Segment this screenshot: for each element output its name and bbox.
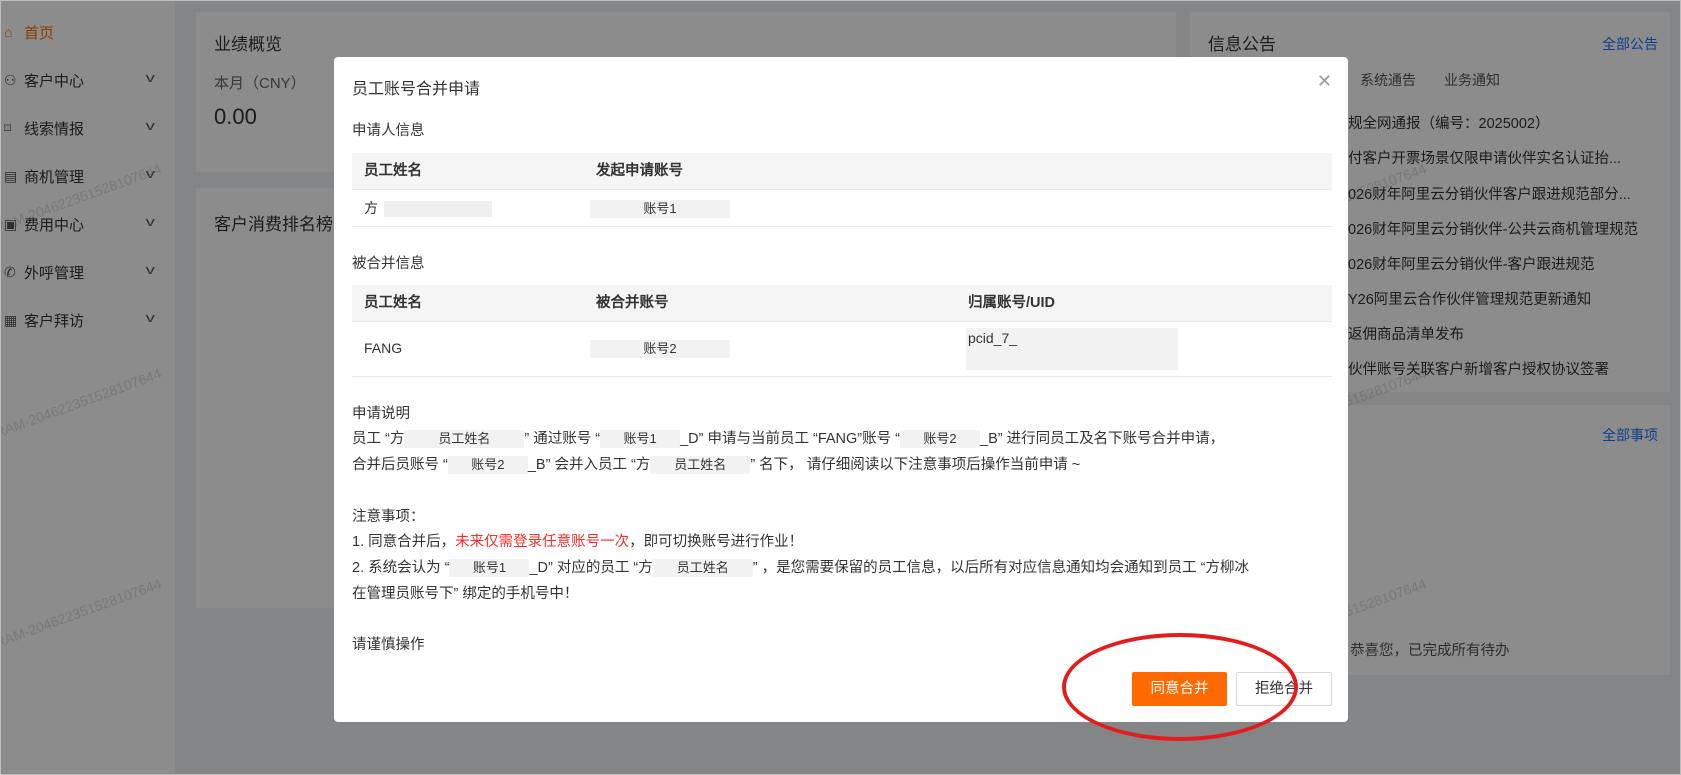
merged-section-title: 被合并信息 <box>352 256 425 272</box>
merge-request-dialog: 员工账号合并申请 ✕ 申请人信息 员工姓名 发起申请账号 方 账号1 被合并信息… <box>334 57 1348 722</box>
merged-name: FANG <box>364 340 403 356</box>
highlight-circle <box>1062 633 1298 741</box>
applicant-table: 员工姓名 发起申请账号 方 账号1 <box>352 153 1332 227</box>
notes-section-title: 注意事项： <box>352 509 425 525</box>
caution-text: 请谨慎操作 <box>352 637 425 653</box>
redacted-block <box>384 201 492 218</box>
column-header: 被合并账号 <box>596 295 669 311</box>
column-header: 员工姓名 <box>364 295 422 311</box>
column-header: 发起申请账号 <box>596 163 683 179</box>
table-row: 方 账号1 <box>352 190 1332 227</box>
description-text: 员工 “方 员工姓名” 通过账号 “账号1 _D” 申请与当前员工 “FANG”账号… <box>352 426 1337 478</box>
warning-text: 未来仅需登录任意账号一次 <box>455 534 630 550</box>
column-header: 员工姓名 <box>364 163 422 179</box>
column-header: 归属账号/UID <box>968 295 1055 311</box>
dialog-title: 员工账号合并申请 <box>352 81 481 98</box>
note-item: 1. 同意合并后，未来仅需登录任意账号一次，即可切换账号进行作业！ <box>352 534 804 550</box>
note-item: 2. 系统会认为 “账号1 _D” 对应的员工 “方 员工姓名” ，是您需要保留的员… <box>352 559 1249 578</box>
table-header: 员工姓名 发起申请账号 <box>352 153 1332 190</box>
merged-uid: pcid_7_ <box>968 330 1018 346</box>
description-line: 合并后员账号 “账号2 _B” 会并入员工 “方 员工姓名” 名下， 请仔细阅读以下… <box>352 456 1081 475</box>
applicant-section-title: 申请人信息 <box>352 123 425 139</box>
applicant-account: 账号1 <box>590 190 730 226</box>
description-section-title: 申请说明 <box>352 406 410 422</box>
note-item-continued: 在管理员账号下” 绑定的手机号中！ <box>352 586 579 602</box>
notes-text: 1. 同意合并后，未来仅需登录任意账号一次，即可切换账号进行作业！ 2. 系统会… <box>352 529 1337 607</box>
table-header: 员工姓名 被合并账号 归属账号/UID <box>352 285 1332 322</box>
applicant-name: 方 <box>364 190 492 226</box>
merged-account: 账号2 <box>590 330 730 366</box>
close-icon[interactable]: ✕ <box>1317 71 1332 92</box>
table-row: FANG 账号2 pcid_7_ <box>352 322 1332 377</box>
merged-table: 员工姓名 被合并账号 归属账号/UID FANG 账号2 pcid_7_ <box>352 285 1332 377</box>
uid-cell: pcid_7_ <box>966 328 1178 370</box>
description-line: 员工 “方 员工姓名” 通过账号 “账号1 _D” 申请与当前员工 “FANG”账号… <box>352 430 1225 449</box>
